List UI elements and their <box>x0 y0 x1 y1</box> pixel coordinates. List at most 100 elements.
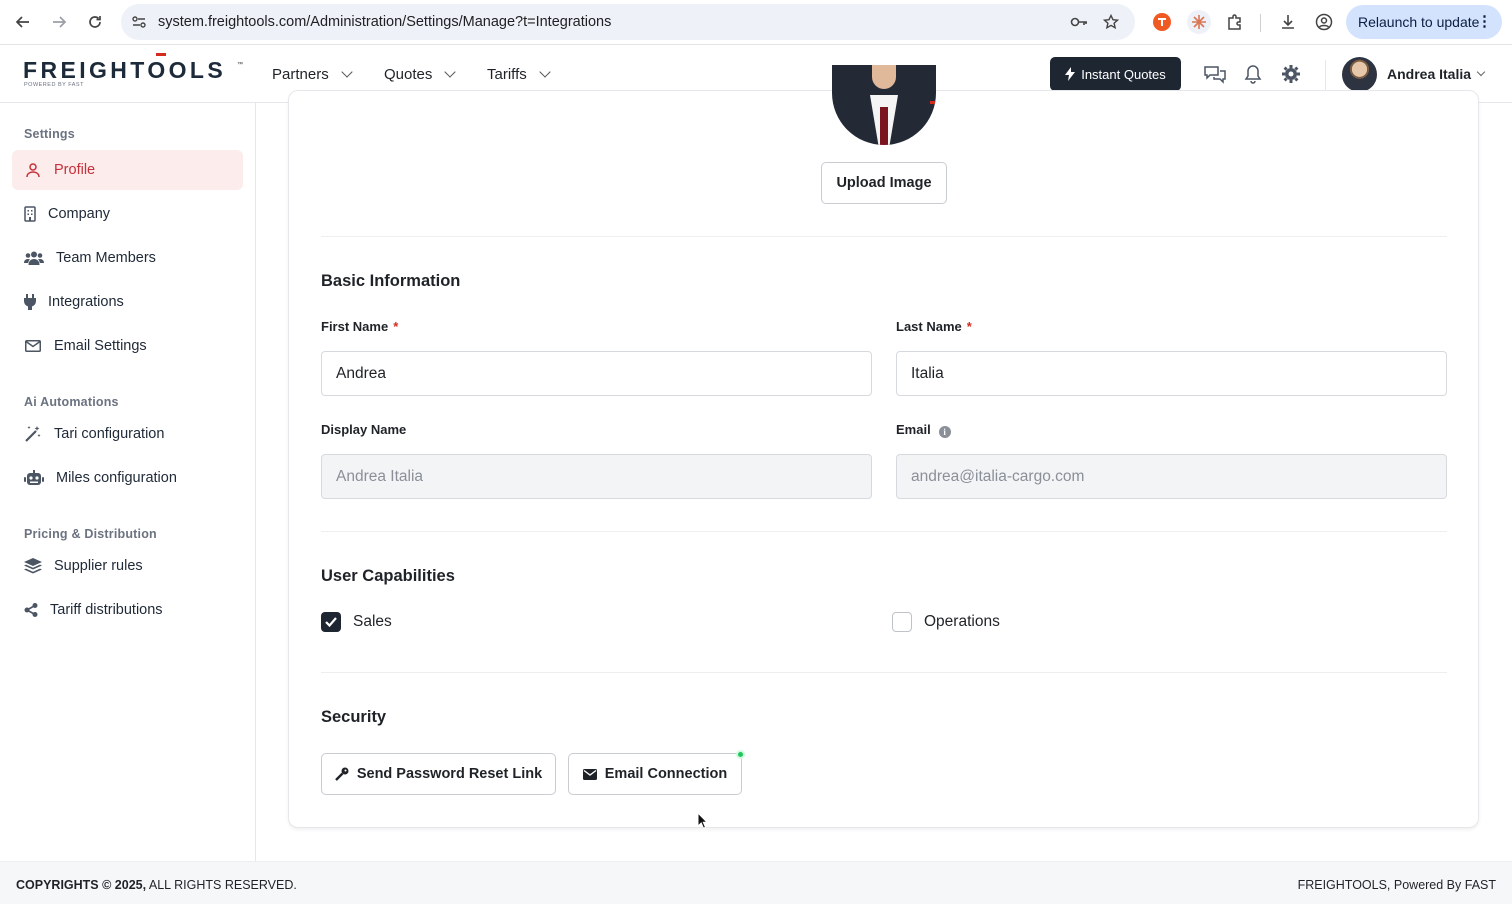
sidebar-item-label: Supplier rules <box>54 558 143 574</box>
required-mark: * <box>393 319 399 334</box>
last-name-label-text: Last Name <box>896 319 962 334</box>
security-title: Security <box>321 708 387 726</box>
instant-quotes-button[interactable]: Instant Quotes <box>1050 57 1181 91</box>
sidebar-item-label: Company <box>48 206 111 222</box>
sidebar-item-integrations[interactable]: Integrations <box>12 282 243 322</box>
key-icon <box>334 767 349 781</box>
sidebar-item-miles-configuration[interactable]: Miles configuration <box>12 458 243 498</box>
chat-icon[interactable] <box>1203 62 1227 86</box>
menu-tariffs-label: Tariffs <box>487 66 527 83</box>
user-icon <box>24 161 42 179</box>
logo-subtitle: POWERED BY FAST <box>24 82 84 88</box>
reload-icon[interactable] <box>83 10 107 34</box>
profile-circle-icon[interactable] <box>1313 11 1335 33</box>
user-name[interactable]: Andrea Italia <box>1387 66 1471 82</box>
operations-checkbox[interactable] <box>892 612 912 632</box>
envelope-icon <box>24 337 42 355</box>
upload-image-button[interactable]: Upload Image <box>821 162 947 204</box>
sidebar-item-company[interactable]: Company <box>12 194 243 234</box>
sidebar-item-email-settings[interactable]: Email Settings <box>12 326 243 366</box>
copyright-text: COPYRIGHTS © 2025, ALL RIGHTS RESERVED. <box>16 878 297 892</box>
extension-claude-icon[interactable] <box>1187 10 1211 34</box>
extension-orange-icon[interactable] <box>1151 11 1173 33</box>
first-name-label: First Name * <box>321 319 398 334</box>
layers-icon <box>24 557 42 575</box>
url-text[interactable]: system.freightools.com/Administration/Se… <box>158 14 611 30</box>
first-name-field[interactable] <box>321 351 872 396</box>
password-key-icon[interactable] <box>1069 12 1089 32</box>
chevron-down-icon <box>444 66 457 78</box>
upload-image-label: Upload Image <box>836 175 932 191</box>
display-name-field[interactable] <box>321 454 872 499</box>
user-capabilities-title: User Capabilities <box>321 567 455 585</box>
logo-accent <box>156 53 166 56</box>
extensions-puzzle-icon[interactable] <box>1224 11 1246 33</box>
email-connection-label: Email Connection <box>604 766 728 782</box>
required-mark: * <box>966 319 972 334</box>
mouse-cursor-icon <box>697 811 709 835</box>
relaunch-button[interactable]: Relaunch to update ⋮ <box>1346 5 1502 39</box>
sidebar-item-tariff-distributions[interactable]: Tariff distributions <box>12 590 243 630</box>
sidebar-item-label: Tariff distributions <box>50 602 163 618</box>
chevron-down-icon <box>341 66 353 78</box>
copyright-rest: ALL RIGHTS RESERVED. <box>146 878 297 892</box>
sales-checkbox[interactable] <box>321 612 341 632</box>
chevron-down-icon[interactable] <box>1476 67 1486 77</box>
freightools-logo[interactable]: FREIGHTOOLS ™ POWERED BY FAST <box>23 53 243 88</box>
section-pricing-distribution: Pricing & Distribution <box>24 527 157 541</box>
send-password-reset-label: Send Password Reset Link <box>356 766 543 782</box>
sidebar-item-label: Email Settings <box>54 338 147 354</box>
email-label-text: Email <box>896 422 931 437</box>
lightning-icon <box>1065 67 1076 81</box>
last-name-label: Last Name * <box>896 319 972 334</box>
sidebar-item-supplier-rules[interactable]: Supplier rules <box>12 546 243 586</box>
email-field[interactable] <box>896 454 1447 499</box>
bookmark-star-icon[interactable] <box>1101 12 1121 32</box>
logo-tm: ™ <box>237 62 243 68</box>
last-name-field[interactable] <box>896 351 1447 396</box>
sidebar-item-label: Profile <box>54 162 96 178</box>
avatar[interactable] <box>1342 57 1377 92</box>
address-bar[interactable]: system.freightools.com/Administration/Se… <box>121 4 1135 40</box>
toolbar-divider <box>1260 14 1261 32</box>
site-settings-icon[interactable] <box>129 12 149 32</box>
sales-label[interactable]: Sales <box>353 613 392 631</box>
sidebar-item-profile[interactable]: Profile <box>12 150 243 190</box>
gear-icon[interactable] <box>1279 62 1303 86</box>
download-icon[interactable] <box>1277 11 1299 33</box>
forward-icon[interactable] <box>47 10 71 34</box>
building-icon <box>24 205 36 223</box>
sidebar-item-label: Team Members <box>56 250 156 266</box>
sidebar-item-tari-configuration[interactable]: Tari configuration <box>12 414 243 454</box>
sidebar-item-label: Integrations <box>48 294 124 310</box>
sidebar-item-team-members[interactable]: Team Members <box>12 238 243 278</box>
menu-partners-label: Partners <box>272 66 329 83</box>
users-icon <box>24 249 44 267</box>
header-divider <box>1325 60 1326 90</box>
email-label: Email i <box>896 422 951 438</box>
envelope-icon <box>582 768 597 780</box>
divider <box>321 236 1447 237</box>
browser-toolbar: system.freightools.com/Administration/Se… <box>0 0 1512 45</box>
send-password-reset-button[interactable]: Send Password Reset Link <box>321 753 556 795</box>
instant-quotes-label: Instant Quotes <box>1081 66 1166 82</box>
robot-icon <box>24 469 44 487</box>
section-settings: Settings <box>24 127 75 141</box>
menu-quotes[interactable]: Quotes <box>384 66 457 83</box>
checkmark-icon <box>325 617 337 627</box>
menu-partners[interactable]: Partners <box>272 66 353 83</box>
info-icon[interactable]: i <box>938 426 951 438</box>
back-icon[interactable] <box>11 10 35 34</box>
magic-wand-icon <box>24 425 42 443</box>
profile-photo-face <box>872 65 896 89</box>
more-vert-icon[interactable]: ⋮ <box>1477 12 1492 30</box>
share-icon <box>24 601 38 619</box>
copyright-bold: COPYRIGHTS © 2025, <box>16 878 147 892</box>
basic-information-title: Basic Information <box>321 272 461 290</box>
bell-icon[interactable] <box>1241 62 1265 86</box>
page-footer: COPYRIGHTS © 2025, ALL RIGHTS RESERVED. … <box>0 861 1512 904</box>
menu-tariffs[interactable]: Tariffs <box>487 66 551 83</box>
email-connection-button[interactable]: Email Connection <box>568 753 742 795</box>
operations-label[interactable]: Operations <box>924 613 1000 631</box>
menu-quotes-label: Quotes <box>384 66 433 83</box>
